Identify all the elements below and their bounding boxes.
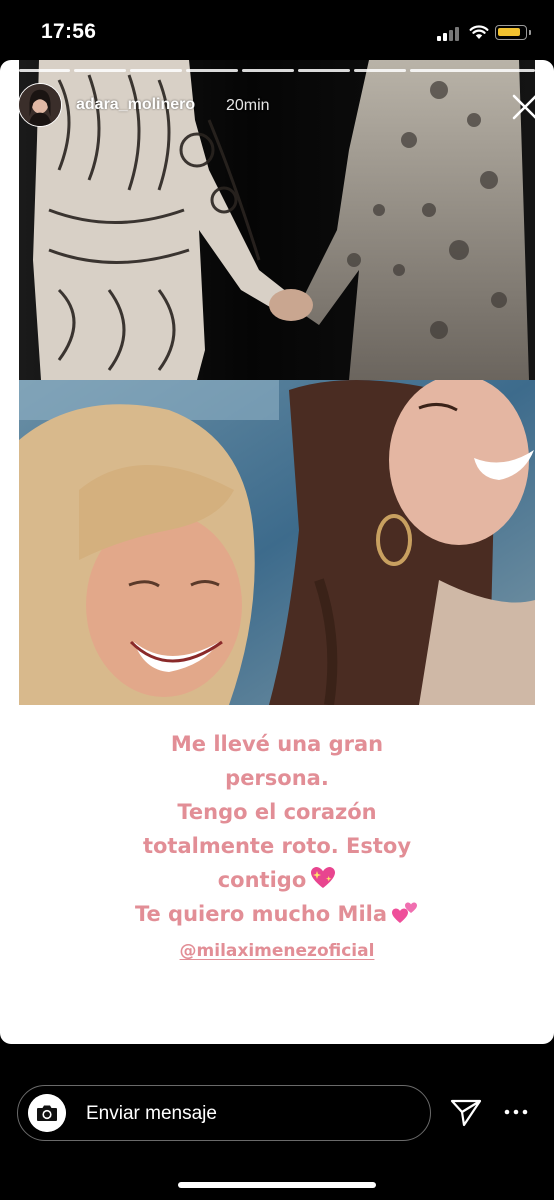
caption-line-with-emoji: contigo <box>0 863 554 897</box>
avatar[interactable] <box>18 83 62 127</box>
caption-line: Tengo el corazón <box>177 800 377 824</box>
progress-segment <box>242 69 294 72</box>
progress-segment <box>19 69 70 72</box>
camera-icon[interactable] <box>28 1094 66 1132</box>
story-photo-smiling-women <box>19 380 535 705</box>
battery-level <box>498 28 520 36</box>
message-placeholder: Enviar mensaje <box>86 1103 217 1124</box>
progress-segment <box>298 69 350 72</box>
caption-line: contigo <box>217 868 307 892</box>
message-input[interactable]: Enviar mensaje <box>17 1085 431 1141</box>
home-indicator <box>178 1182 376 1188</box>
story-username[interactable]: adara_molinero <box>76 96 195 114</box>
story-card[interactable]: adara_molinero 20min Me llevé una gran p… <box>0 60 554 1044</box>
progress-segment <box>354 69 406 72</box>
battery-cap <box>529 30 531 35</box>
progress-segment <box>186 69 238 72</box>
battery-icon <box>495 25 527 40</box>
sparkling-heart-icon <box>311 867 336 888</box>
caption-line: persona. <box>225 766 329 790</box>
status-time: 17:56 <box>41 20 97 43</box>
caption-line-with-emoji: Te quiero mucho Mila <box>0 897 554 931</box>
progress-segment <box>410 69 535 72</box>
caption-line: totalmente roto. Estoy <box>142 834 412 858</box>
mention-link[interactable]: @milaximenezoficial <box>180 941 375 961</box>
progress-segment <box>130 69 182 72</box>
cellular-signal-icon <box>437 27 461 41</box>
close-icon[interactable] <box>510 92 540 122</box>
two-hearts-icon <box>392 902 418 923</box>
more-icon[interactable] <box>503 1107 529 1117</box>
story-time-ago: 20min <box>226 97 270 114</box>
caption-line: Te quiero mucho Mila <box>134 902 388 926</box>
caption-line: Me llevé una gran <box>170 732 384 756</box>
status-bar: 17:56 <box>0 0 554 60</box>
story-caption: Me llevé una gran persona. Tengo el cora… <box>0 727 554 961</box>
wifi-icon <box>469 25 489 39</box>
progress-segment <box>74 69 126 72</box>
send-icon[interactable] <box>449 1098 483 1128</box>
